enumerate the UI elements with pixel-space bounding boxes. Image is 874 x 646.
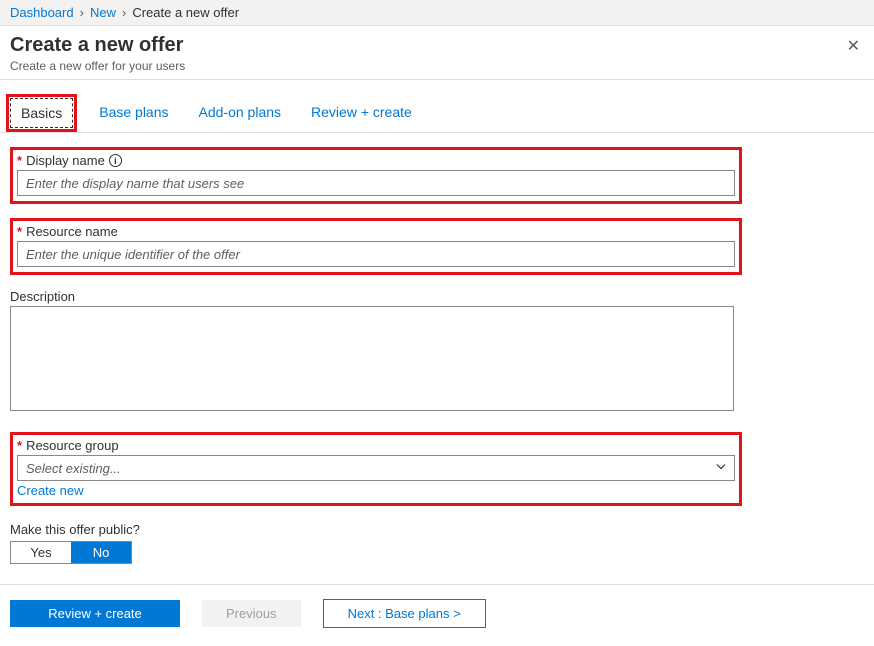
tab-addon-plans[interactable]: Add-on plans <box>195 98 286 132</box>
breadcrumb-current: Create a new offer <box>132 5 239 20</box>
description-label: Description <box>10 289 742 304</box>
resource-group-select[interactable]: Select existing... <box>17 455 735 481</box>
required-icon: * <box>17 153 22 168</box>
resource-group-label-text: Resource group <box>26 438 119 453</box>
review-create-button[interactable]: Review + create <box>10 600 180 627</box>
breadcrumb: Dashboard › New › Create a new offer <box>0 0 874 26</box>
field-description: Description <box>10 289 742 414</box>
chevron-right-icon: › <box>122 5 126 20</box>
chevron-right-icon: › <box>80 5 84 20</box>
breadcrumb-new[interactable]: New <box>90 5 116 20</box>
resource-group-label: * Resource group <box>17 438 735 453</box>
page-subtitle: Create a new offer for your users <box>10 59 864 73</box>
info-icon[interactable]: i <box>109 154 122 167</box>
close-icon[interactable]: ✕ <box>847 36 860 56</box>
public-yes-button[interactable]: Yes <box>11 542 71 563</box>
tab-bar: Basics Base plans Add-on plans Review + … <box>0 80 874 133</box>
public-label: Make this offer public? <box>10 522 864 537</box>
display-name-label-text: Display name <box>26 153 105 168</box>
footer-bar: Review + create Previous Next : Base pla… <box>0 584 874 646</box>
public-toggle: Yes No <box>10 541 132 564</box>
field-display-name: * Display name i <box>10 147 742 204</box>
display-name-label: * Display name i <box>17 153 735 168</box>
display-name-input[interactable] <box>17 170 735 196</box>
tab-review-create[interactable]: Review + create <box>307 98 416 132</box>
create-new-link[interactable]: Create new <box>17 483 83 498</box>
resource-name-label: * Resource name <box>17 224 735 239</box>
tab-base-plans[interactable]: Base plans <box>95 98 172 132</box>
form-content: * Display name i * Resource name Descrip… <box>0 133 874 584</box>
page-title: Create a new offer <box>10 34 864 57</box>
resource-name-input[interactable] <box>17 241 735 267</box>
resource-name-label-text: Resource name <box>26 224 118 239</box>
required-icon: * <box>17 438 22 453</box>
field-resource-group: * Resource group Select existing... Crea… <box>10 432 742 506</box>
previous-button: Previous <box>202 600 301 627</box>
tab-basics[interactable]: Basics <box>10 98 73 128</box>
description-input[interactable] <box>10 306 734 411</box>
next-button[interactable]: Next : Base plans > <box>323 599 486 628</box>
page-header: Create a new offer Create a new offer fo… <box>0 26 874 80</box>
breadcrumb-dashboard[interactable]: Dashboard <box>10 5 74 20</box>
description-label-text: Description <box>10 289 75 304</box>
field-resource-name: * Resource name <box>10 218 742 275</box>
public-no-button[interactable]: No <box>71 542 131 563</box>
required-icon: * <box>17 224 22 239</box>
field-public: Make this offer public? Yes No <box>10 522 864 564</box>
